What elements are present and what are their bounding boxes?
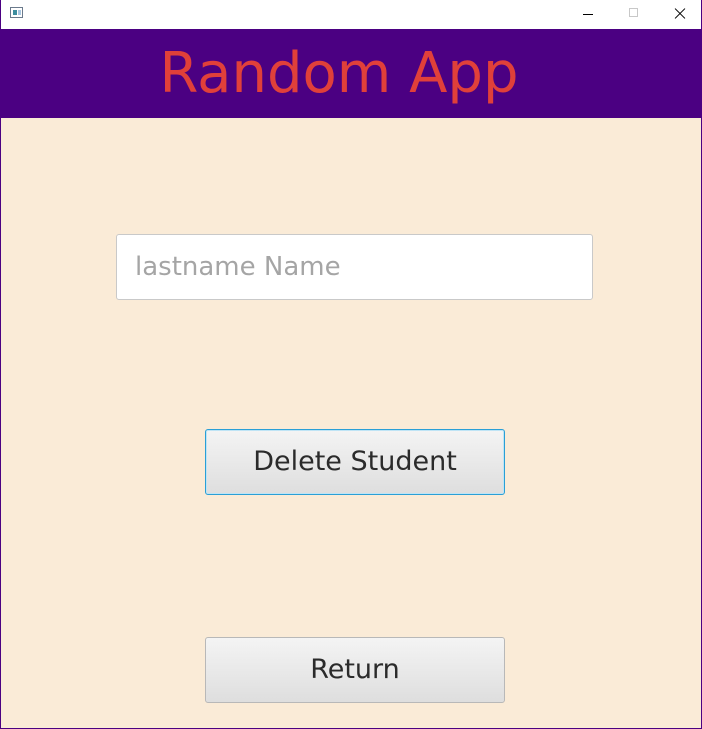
window-titlebar[interactable] (1, 0, 701, 29)
minimize-icon[interactable] (565, 0, 611, 29)
delete-student-button[interactable]: Delete Student (205, 429, 505, 495)
maximize-icon[interactable] (611, 0, 657, 29)
lastname-name-input[interactable] (116, 234, 593, 300)
app-window-icon (10, 7, 23, 18)
app-title: Random App (159, 41, 519, 106)
close-icon[interactable] (657, 0, 701, 29)
app-header: Random App (1, 29, 701, 118)
return-button[interactable]: Return (205, 637, 505, 703)
app-window: Random App Delete Student Return (0, 0, 702, 729)
